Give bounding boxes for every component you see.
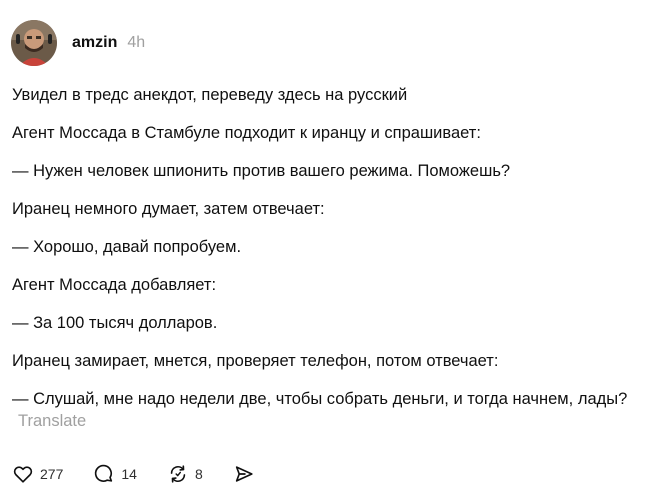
post-paragraph: Агент Моссада в Стамбуле подходит к иран…: [12, 124, 481, 142]
post-paragraph: — Нужен человек шпионить против вашего р…: [12, 162, 511, 180]
post-body: Увидел в тредс анекдот, переведу здесь н…: [12, 84, 642, 448]
post-header: amzin 4h: [11, 20, 145, 66]
repost-button[interactable]: 8: [167, 463, 203, 485]
post-paragraph-text: — Слушай, мне надо недели две, чтобы соб…: [12, 390, 628, 408]
post-paragraph: Иранец немного думает, затем отвечает:: [12, 200, 325, 218]
action-bar: 277 14 8: [12, 462, 255, 486]
avatar[interactable]: [11, 20, 57, 66]
like-button[interactable]: 277: [12, 463, 63, 485]
post-paragraph: — За 100 тысяч долларов.: [12, 314, 218, 332]
reply-button[interactable]: 14: [93, 463, 137, 485]
post-time: 4h: [127, 34, 146, 51]
like-count: 277: [40, 466, 64, 482]
repost-count: 8: [194, 466, 203, 482]
post-last-paragraph: — Слушай, мне надо недели две, чтобы соб…: [12, 388, 642, 432]
send-icon: [233, 463, 255, 485]
post-paragraph: Агент Моссада добавляет:: [12, 276, 217, 294]
translate-link[interactable]: Translate: [18, 412, 86, 430]
reply-count: 14: [121, 466, 137, 482]
post-paragraph: Иранец замирает, мнется, проверяет телеф…: [12, 352, 499, 370]
heart-icon: [12, 463, 34, 485]
author-name[interactable]: amzin: [72, 34, 117, 52]
comment-icon: [93, 463, 115, 485]
share-button[interactable]: [233, 463, 255, 485]
post-paragraph: — Хорошо, давай попробуем.: [12, 238, 242, 256]
post-paragraph: Увидел в тредс анекдот, переведу здесь н…: [12, 86, 408, 104]
repost-icon: [167, 463, 189, 485]
thread-post: amzin 4h Увидел в тредс анекдот, перевед…: [0, 0, 655, 495]
